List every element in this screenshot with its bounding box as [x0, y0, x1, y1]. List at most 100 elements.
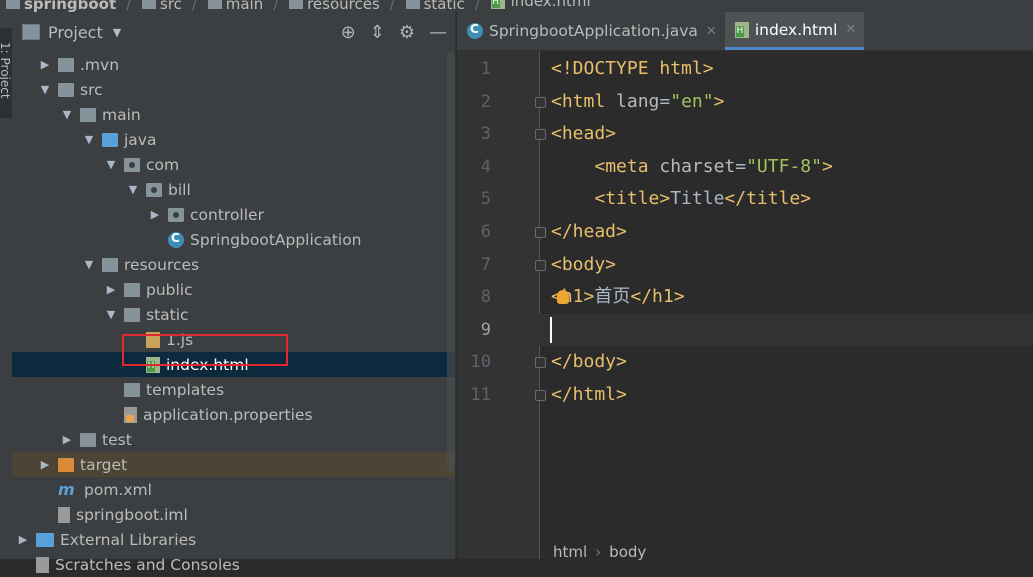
chevron-down-icon[interactable]: ▼: [126, 183, 140, 196]
folder-icon: [207, 0, 222, 9]
tree-item[interactable]: ▶ controller: [12, 202, 455, 227]
fold-marker-icon[interactable]: [535, 96, 546, 108]
chevron-right-icon[interactable]: ▶: [60, 433, 74, 446]
tree-item[interactable]: application.properties: [12, 402, 455, 427]
tree-item[interactable]: templates: [12, 377, 455, 402]
tree-item-label: application.properties: [143, 405, 313, 424]
editor-breadcrumb-body[interactable]: body: [609, 543, 646, 561]
code-line[interactable]: <body>: [551, 249, 616, 282]
hide-icon[interactable]: —: [429, 22, 447, 43]
chevron-down-icon: ▼: [112, 25, 122, 39]
tree-item-label: .mvn: [80, 55, 120, 74]
maven-icon: m: [58, 479, 75, 499]
tree-item[interactable]: SpringbootApplication: [12, 227, 455, 252]
tree-item-label: SpringbootApplication: [190, 230, 362, 249]
chevron-down-icon[interactable]: ▼: [82, 258, 96, 271]
folder-icon: [58, 57, 74, 72]
current-line-highlight: [539, 313, 1033, 347]
tree-item-label: bill: [168, 180, 191, 199]
tab-index-html[interactable]: index.html ✕: [724, 12, 865, 50]
editor-breadcrumb-html[interactable]: html: [553, 543, 587, 561]
line-number: 5: [480, 189, 491, 210]
code-line[interactable]: <title>Title</title>: [551, 183, 811, 216]
fold-marker-icon[interactable]: [535, 259, 546, 271]
highlight-box: [122, 334, 288, 366]
tree-item[interactable]: ▼ main: [12, 102, 455, 127]
fold-marker-icon[interactable]: [535, 390, 546, 401]
code-token: >: [821, 155, 833, 177]
tree-item[interactable]: ▶ .mvn: [12, 52, 455, 77]
java-class-icon: [467, 22, 483, 39]
code-line[interactable]: </body>: [551, 346, 627, 379]
code-token: <!DOCTYPE html>: [551, 58, 714, 79]
folder-icon: [124, 382, 140, 397]
close-icon[interactable]: ✕: [706, 24, 717, 39]
code-editor[interactable]: html › body 1 <!DOCTYPE html> 2 <html lang="e…: [457, 51, 1033, 561]
tree-item-label: main: [102, 105, 141, 124]
code-token: <title>: [594, 188, 671, 210]
code-token: >: [713, 90, 725, 112]
chevron-right-icon[interactable]: ▶: [104, 283, 118, 296]
code-line[interactable]: <meta charset="UTF-8">: [551, 151, 833, 184]
tool-window-label: 1: Project: [0, 42, 12, 99]
project-panel-header: Project ▼ ⊕ ⇕ ⚙ —: [12, 12, 455, 52]
chevron-right-icon[interactable]: ▶: [38, 458, 52, 471]
code-token: <html: [551, 90, 617, 112]
tree-item[interactable]: ▼ src: [12, 77, 455, 102]
code-token: </html>: [551, 384, 627, 405]
code-line[interactable]: <!DOCTYPE html>: [551, 53, 714, 86]
lightbulb-icon[interactable]: [557, 290, 569, 305]
line-number: 8: [480, 287, 491, 308]
project-view-selector[interactable]: Project ▼: [22, 23, 121, 42]
gear-icon[interactable]: ⚙: [399, 22, 415, 43]
iml-file-icon: [58, 506, 70, 523]
fold-marker-icon[interactable]: [535, 129, 546, 141]
gutter-divider: [539, 51, 540, 559]
tree-item-label: target: [80, 455, 128, 474]
chevron-right-icon[interactable]: ▶: [148, 208, 162, 221]
code-line[interactable]: </html>: [551, 379, 627, 412]
code-line[interactable]: <html lang="en">: [551, 86, 724, 119]
tree-item[interactable]: ▼ resources: [12, 252, 455, 277]
chevron-down-icon[interactable]: ▼: [82, 133, 96, 146]
chevron-down-icon[interactable]: ▼: [38, 83, 52, 96]
code-line[interactable]: <head>: [551, 118, 616, 151]
tree-item[interactable]: ▶ target: [12, 452, 455, 477]
tree-item[interactable]: ▼ java: [12, 127, 455, 152]
code-line[interactable]: </head>: [551, 216, 627, 249]
close-icon[interactable]: ✕: [845, 22, 856, 37]
tree-item[interactable]: ▶ External Libraries: [12, 527, 455, 552]
chevron-down-icon[interactable]: ▼: [60, 108, 74, 121]
libraries-icon: [36, 532, 54, 547]
code-token: </body>: [551, 351, 627, 373]
locate-icon[interactable]: ⊕: [341, 22, 356, 43]
code-line[interactable]: <h1>首页</h1>: [551, 281, 685, 314]
scrollbar[interactable]: [447, 52, 455, 472]
chevron-right-icon[interactable]: ▶: [38, 58, 52, 71]
tab-springbootapplication[interactable]: SpringbootApplication.java ✕: [457, 12, 725, 50]
line-number: 9: [480, 319, 491, 340]
chevron-down-icon[interactable]: ▼: [104, 308, 118, 321]
code-token: Title: [670, 188, 725, 210]
folder-icon: [58, 82, 74, 97]
collapse-all-icon[interactable]: ⇕: [370, 22, 385, 43]
tree-item[interactable]: ▶ public: [12, 277, 455, 302]
tree-item[interactable]: ▼ static: [12, 302, 455, 327]
code-token: <meta: [594, 155, 660, 177]
fold-marker-icon[interactable]: [535, 357, 546, 369]
folder-icon: [80, 107, 96, 122]
tree-item[interactable]: springboot.iml: [12, 502, 455, 527]
tree-item[interactable]: ▼ com: [12, 152, 455, 177]
breadcrumb-item-file[interactable]: index.html: [490, 0, 591, 12]
line-number: 1: [480, 59, 491, 79]
fold-marker-icon[interactable]: [535, 227, 546, 238]
code-token: "en": [670, 90, 714, 112]
code-token: </h1>: [630, 286, 685, 308]
tree-item[interactable]: m pom.xml: [12, 477, 455, 502]
package-icon: [124, 157, 140, 172]
tree-item[interactable]: ▼ bill: [12, 177, 455, 202]
chevron-down-icon[interactable]: ▼: [104, 158, 118, 171]
tree-item[interactable]: Scratches and Consoles: [12, 552, 455, 577]
chevron-right-icon[interactable]: ▶: [16, 533, 30, 546]
tree-item[interactable]: ▶ test: [12, 427, 455, 452]
